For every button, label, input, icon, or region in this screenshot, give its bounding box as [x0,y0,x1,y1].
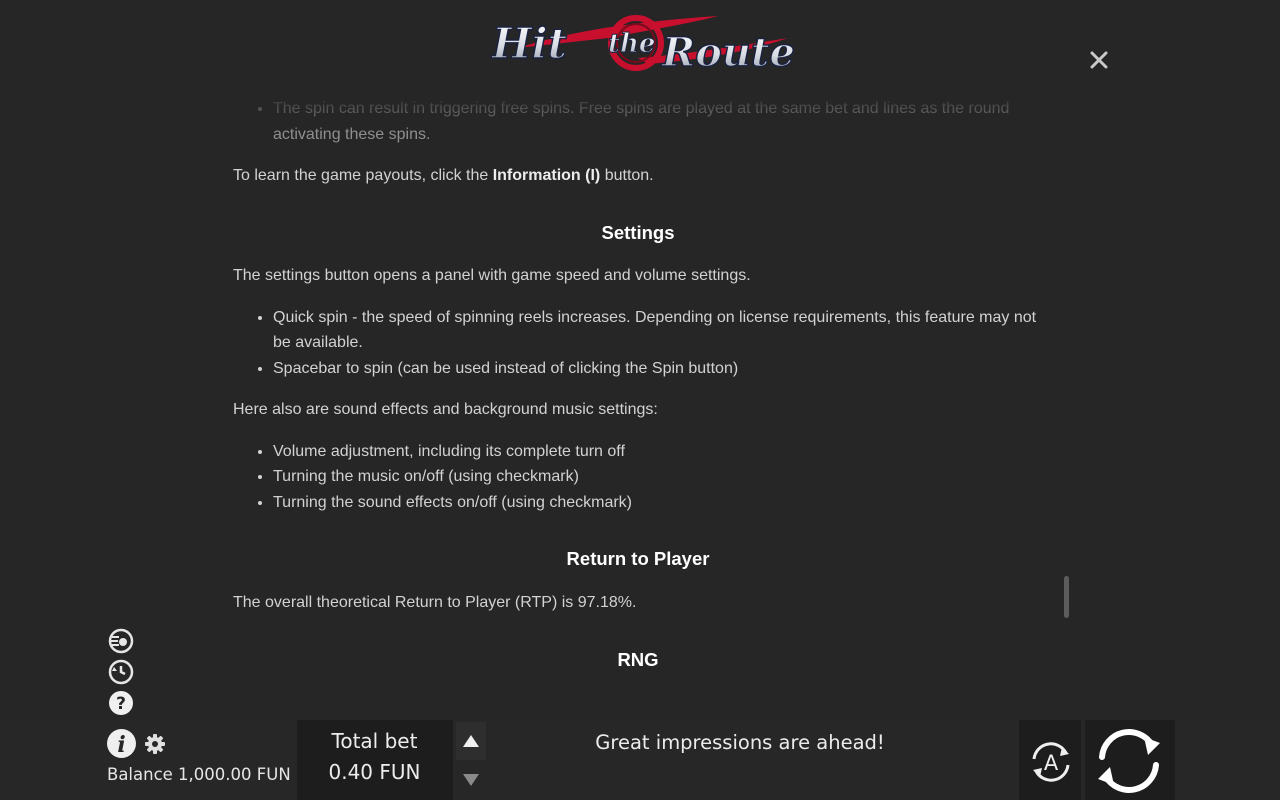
total-bet-value: 0.40 FUN [328,760,421,784]
bet-increase-button[interactable] [456,722,486,760]
spin-button[interactable] [1094,727,1164,795]
paragraph-text: button. [600,167,654,184]
rules-content[interactable]: The spin can result in triggering free s… [233,92,1043,720]
game-rules-screen: Hit the Route The spin can result in tri… [0,0,1280,800]
paragraph-text: To learn the game payouts, click the [233,167,493,184]
svg-text:Route: Route [661,29,794,74]
scrollbar[interactable] [1064,576,1069,618]
list-item: Volume adjustment, including its complet… [273,439,1043,465]
payouts-paragraph: To learn the game payouts, click the Inf… [233,163,1043,189]
bet-decrease-button[interactable] [456,761,486,799]
rtp-heading: Return to Player [566,548,710,569]
svg-text:Hit: Hit [491,19,567,68]
info-button-reference: Information (I) [492,167,601,184]
info-icon[interactable]: i [106,728,137,759]
settings-heading: Settings [601,221,675,243]
rng-heading: RNG [617,649,659,670]
autoplay-icon: A [1032,742,1070,782]
triangle-down-icon [463,774,479,786]
rtp-text: The overall theoretical Return to Player… [233,593,637,611]
sound-list: Volume adjustment, including its complet… [233,439,1043,516]
autoplay-label: A [1044,751,1059,775]
balance-display: Balance 1,000.00 FUN [107,765,291,784]
quick-spin-icon[interactable] [108,628,134,654]
gear-icon[interactable] [144,733,166,755]
close-icon[interactable] [1086,47,1112,73]
list-item: Quick spin - the speed of spinning reels… [273,305,1043,356]
settings-intro: The settings button opens a panel with g… [233,267,751,284]
spin-icon [1098,729,1160,793]
help-icon[interactable]: ? [108,690,134,716]
svg-text:the: the [608,29,655,59]
list-item: Spacebar to spin (can be used instead of… [273,356,1043,382]
list-item: The spin can result in triggering free s… [273,96,1043,147]
svg-text:?: ? [116,694,126,714]
list-item: Turning the music on/off (using checkmar… [273,464,1043,490]
sound-intro: Here also are sound effects and backgrou… [233,401,658,418]
svg-text:i: i [117,732,125,758]
status-message: Great impressions are ahead! [595,731,885,754]
list-item: Turning the sound effects on/off (using … [273,490,1043,516]
free-spins-list: The spin can result in triggering free s… [233,96,1043,147]
total-bet-label: Total bet [331,729,418,753]
history-icon[interactable] [108,659,134,685]
game-logo: Hit the Route [488,8,796,77]
settings-list: Quick spin - the speed of spinning reels… [233,305,1043,382]
autoplay-button[interactable]: A [1026,737,1076,787]
triangle-up-icon [463,735,479,747]
